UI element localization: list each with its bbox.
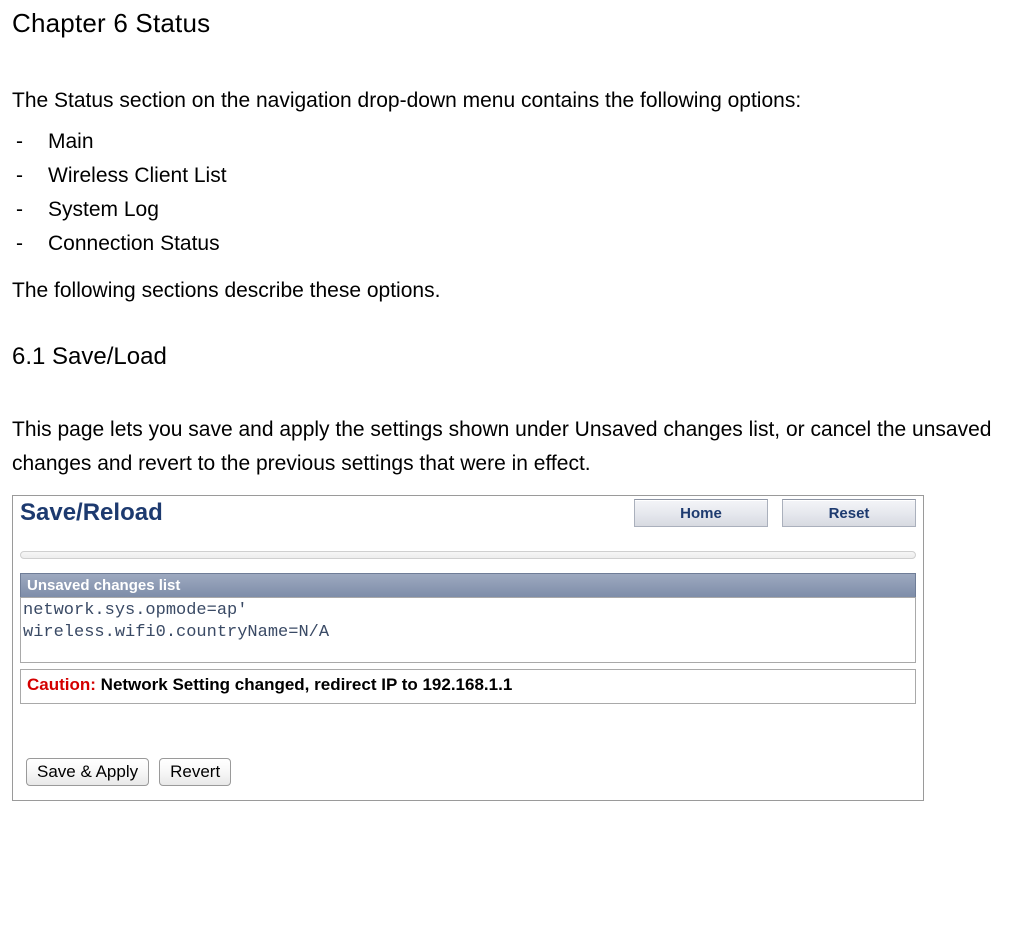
list-item: Wireless Client List bbox=[12, 159, 1012, 193]
divider-bar bbox=[20, 551, 916, 559]
revert-button[interactable]: Revert bbox=[159, 758, 231, 786]
save-reload-panel: Save/Reload Home Reset Unsaved changes l… bbox=[12, 495, 924, 801]
intro-paragraph: The Status section on the navigation dro… bbox=[12, 89, 1012, 113]
list-item: Connection Status bbox=[12, 227, 1012, 261]
section-description: This page lets you save and apply the se… bbox=[12, 413, 1012, 481]
list-item: Main bbox=[12, 125, 1012, 159]
top-button-group: Home Reset bbox=[634, 499, 916, 527]
caution-message: Network Setting changed, redirect IP to … bbox=[96, 675, 512, 694]
section-title: 6.1 Save/Load bbox=[12, 343, 1012, 371]
unsaved-changes-header: Unsaved changes list bbox=[20, 573, 916, 597]
unsaved-changes-content: network.sys.opmode=ap' wireless.wifi0.co… bbox=[20, 597, 916, 663]
save-apply-button[interactable]: Save & Apply bbox=[26, 758, 149, 786]
chapter-title: Chapter 6 Status bbox=[12, 8, 1012, 39]
page: Chapter 6 Status The Status section on t… bbox=[0, 0, 1016, 821]
reset-button[interactable]: Reset bbox=[782, 499, 916, 527]
panel-top-row: Save/Reload Home Reset bbox=[16, 499, 920, 551]
panel-heading: Save/Reload bbox=[20, 499, 163, 527]
following-sections-line: The following sections describe these op… bbox=[12, 279, 1012, 303]
caution-box: Caution: Network Setting changed, redire… bbox=[20, 669, 916, 704]
list-item: System Log bbox=[12, 193, 1012, 227]
bottom-button-group: Save & Apply Revert bbox=[16, 758, 920, 786]
caution-label: Caution: bbox=[27, 675, 96, 694]
home-button[interactable]: Home bbox=[634, 499, 768, 527]
option-list: Main Wireless Client List System Log Con… bbox=[12, 125, 1012, 261]
